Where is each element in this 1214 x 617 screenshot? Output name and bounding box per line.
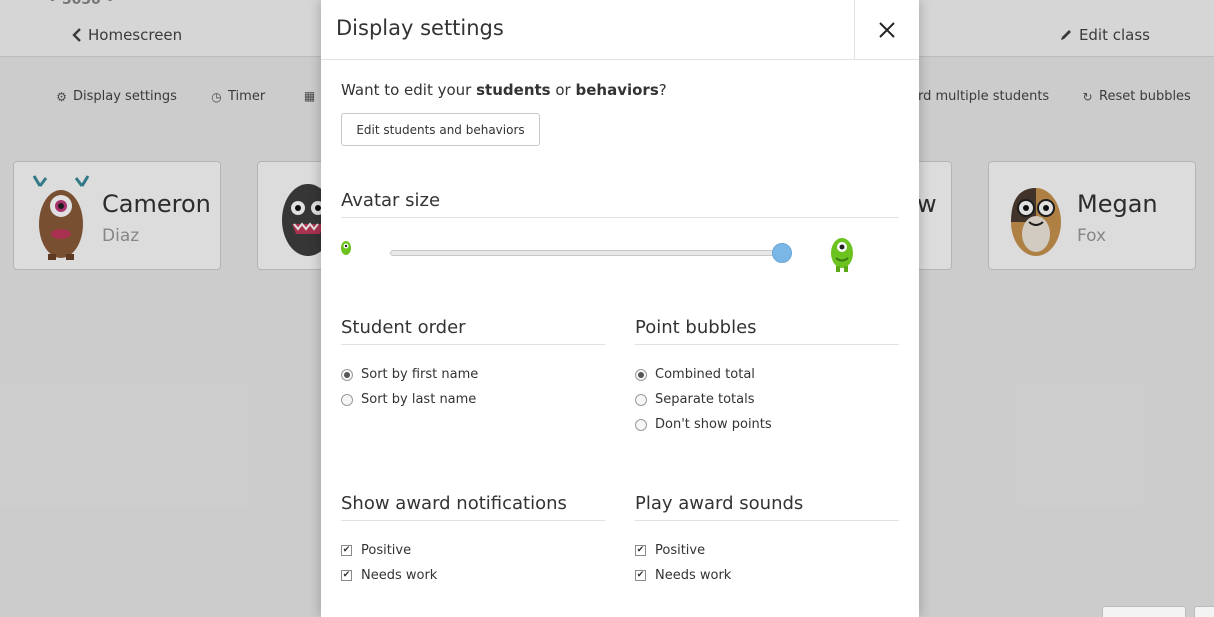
award-notifications-heading: Show award notifications (341, 493, 605, 521)
option-label: Separate totals (655, 392, 755, 407)
large-monster-icon (831, 238, 853, 272)
option-label: Needs work (655, 568, 732, 583)
close-icon (879, 21, 895, 38)
option-label: Sort by first name (361, 367, 479, 382)
option-label: Positive (655, 543, 706, 558)
edit-prompt-or: or (550, 81, 576, 99)
display-settings-dialog: Display settings Want to edit your stude… (321, 0, 919, 617)
edit-prompt-text: Want to edit your (341, 81, 477, 99)
edit-prompt-behaviors: behaviors (575, 81, 659, 99)
option-label: Sort by last name (361, 392, 477, 407)
dont-show-points-option[interactable]: Don't show points (635, 417, 772, 432)
edit-prompt-suffix: ? (658, 81, 667, 99)
close-button[interactable] (854, 0, 919, 59)
sound-needs-work-option[interactable]: ✔ Needs work (635, 568, 731, 583)
option-label: Needs work (361, 568, 438, 583)
edit-prompt-students: students (476, 81, 551, 99)
slider-fill (391, 251, 782, 255)
edit-students-behaviors-button[interactable]: Edit students and behaviors (341, 113, 540, 146)
sort-last-name-option[interactable]: Sort by last name (341, 392, 476, 407)
option-label: Don't show points (655, 417, 772, 432)
notify-needs-work-option[interactable]: ✔ Needs work (341, 568, 437, 583)
avatar-size-slider[interactable] (390, 243, 792, 263)
radio-button[interactable] (635, 368, 647, 381)
student-order-heading: Student order (341, 317, 605, 345)
sound-positive-option[interactable]: ✔ Positive (635, 543, 705, 558)
sort-first-name-option[interactable]: Sort by first name (341, 367, 478, 382)
footer-button[interactable] (1194, 606, 1214, 617)
radio-button[interactable] (341, 368, 353, 381)
footer-button[interactable] (1102, 606, 1186, 617)
combined-total-option[interactable]: Combined total (635, 367, 755, 382)
checkbox[interactable]: ✔ (635, 570, 646, 581)
small-monster-icon (341, 241, 351, 255)
checkbox[interactable]: ✔ (635, 545, 646, 556)
radio-button[interactable] (635, 418, 647, 431)
slider-handle[interactable] (772, 243, 792, 263)
notify-positive-option[interactable]: ✔ Positive (341, 543, 411, 558)
dialog-title: Display settings (336, 16, 504, 40)
award-sounds-heading: Play award sounds (635, 493, 899, 521)
checkbox[interactable]: ✔ (341, 545, 352, 556)
radio-button[interactable] (341, 393, 353, 406)
point-bubbles-heading: Point bubbles (635, 317, 899, 345)
checkbox[interactable]: ✔ (341, 570, 352, 581)
option-label: Positive (361, 543, 412, 558)
option-label: Combined total (655, 367, 755, 382)
edit-prompt: Want to edit your students or behaviors? (341, 81, 667, 99)
dialog-header: Display settings (321, 0, 919, 60)
radio-button[interactable] (635, 393, 647, 406)
avatar-size-heading: Avatar size (341, 190, 899, 218)
separate-totals-option[interactable]: Separate totals (635, 392, 755, 407)
